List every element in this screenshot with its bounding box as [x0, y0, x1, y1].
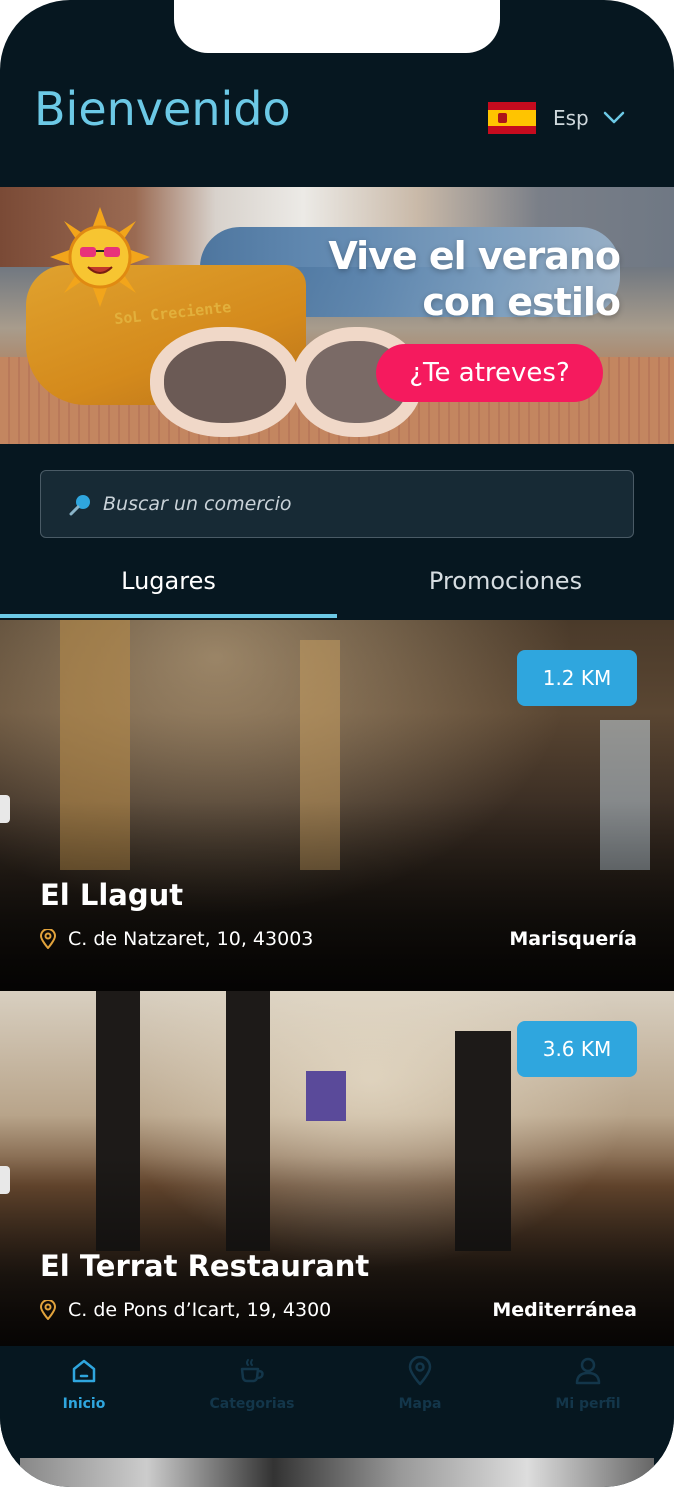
device-notch — [174, 0, 500, 53]
place-card[interactable]: 3.6 KM El Terrat Restaurant C. de Pons d… — [0, 991, 674, 1346]
place-name: El Terrat Restaurant — [40, 1249, 370, 1283]
page-title: Bienvenido — [34, 82, 291, 136]
spain-flag-icon — [488, 102, 536, 134]
place-card[interactable]: 1.2 KM El Llagut C. de Natzaret, 10, 430… — [0, 620, 674, 991]
address-text: C. de Pons d’Icart, 19, 4300 — [68, 1299, 332, 1321]
app-screen: Bienvenido Esp SoL Creciente Vive el ver… — [0, 0, 674, 1487]
nav-mapa[interactable]: Mapa — [336, 1356, 504, 1426]
place-address: C. de Pons d’Icart, 19, 4300 — [40, 1299, 331, 1321]
address-text: C. de Natzaret, 10, 43003 — [68, 928, 314, 950]
active-tab-indicator — [0, 614, 337, 618]
promo-banner[interactable]: SoL Creciente Vive el verano con estilo … — [0, 187, 674, 444]
tab-promociones[interactable]: Promociones — [337, 545, 674, 617]
search-input[interactable] — [103, 493, 583, 515]
sun-logo-icon — [50, 207, 150, 307]
search-bar[interactable] — [40, 470, 634, 538]
distance-badge: 1.2 KM — [517, 650, 637, 706]
location-pin-icon — [40, 1300, 56, 1320]
nav-label: Categorias — [209, 1396, 295, 1412]
place-name: El Llagut — [40, 878, 184, 912]
carousel-edge-handle[interactable] — [0, 795, 10, 823]
map-pin-icon — [408, 1356, 432, 1386]
nav-inicio[interactable]: Inicio — [0, 1356, 168, 1426]
location-pin-icon — [40, 929, 56, 949]
place-category: Marisquería — [509, 928, 637, 950]
search-icon — [69, 495, 90, 516]
distance-badge: 3.6 KM — [517, 1021, 637, 1077]
nav-label: Mapa — [398, 1396, 442, 1412]
tab-bar: Lugares Promociones — [0, 545, 674, 620]
place-category: Mediterránea — [492, 1299, 637, 1321]
language-label: Esp — [553, 106, 589, 130]
nav-categorias[interactable]: Categorias — [168, 1356, 336, 1426]
user-icon — [575, 1357, 601, 1385]
next-card-peek — [20, 1458, 654, 1487]
tab-lugares[interactable]: Lugares — [0, 545, 337, 617]
coffee-cup-icon — [240, 1359, 264, 1383]
carousel-edge-handle[interactable] — [0, 1166, 10, 1194]
home-icon — [72, 1359, 96, 1383]
nav-label: Inicio — [62, 1396, 106, 1412]
chevron-down-icon — [603, 111, 625, 124]
language-selector[interactable]: Esp — [488, 101, 625, 135]
nav-mi-perfil[interactable]: Mi perfil — [504, 1356, 672, 1426]
banner-cta-button[interactable]: ¿Te atreves? — [376, 344, 603, 402]
place-address: C. de Natzaret, 10, 43003 — [40, 928, 313, 950]
banner-headline: Vive el verano con estilo — [328, 234, 621, 324]
nav-label: Mi perfil — [555, 1396, 621, 1412]
bottom-navigation: Inicio Categorias Mapa Mi perfil — [0, 1346, 674, 1458]
